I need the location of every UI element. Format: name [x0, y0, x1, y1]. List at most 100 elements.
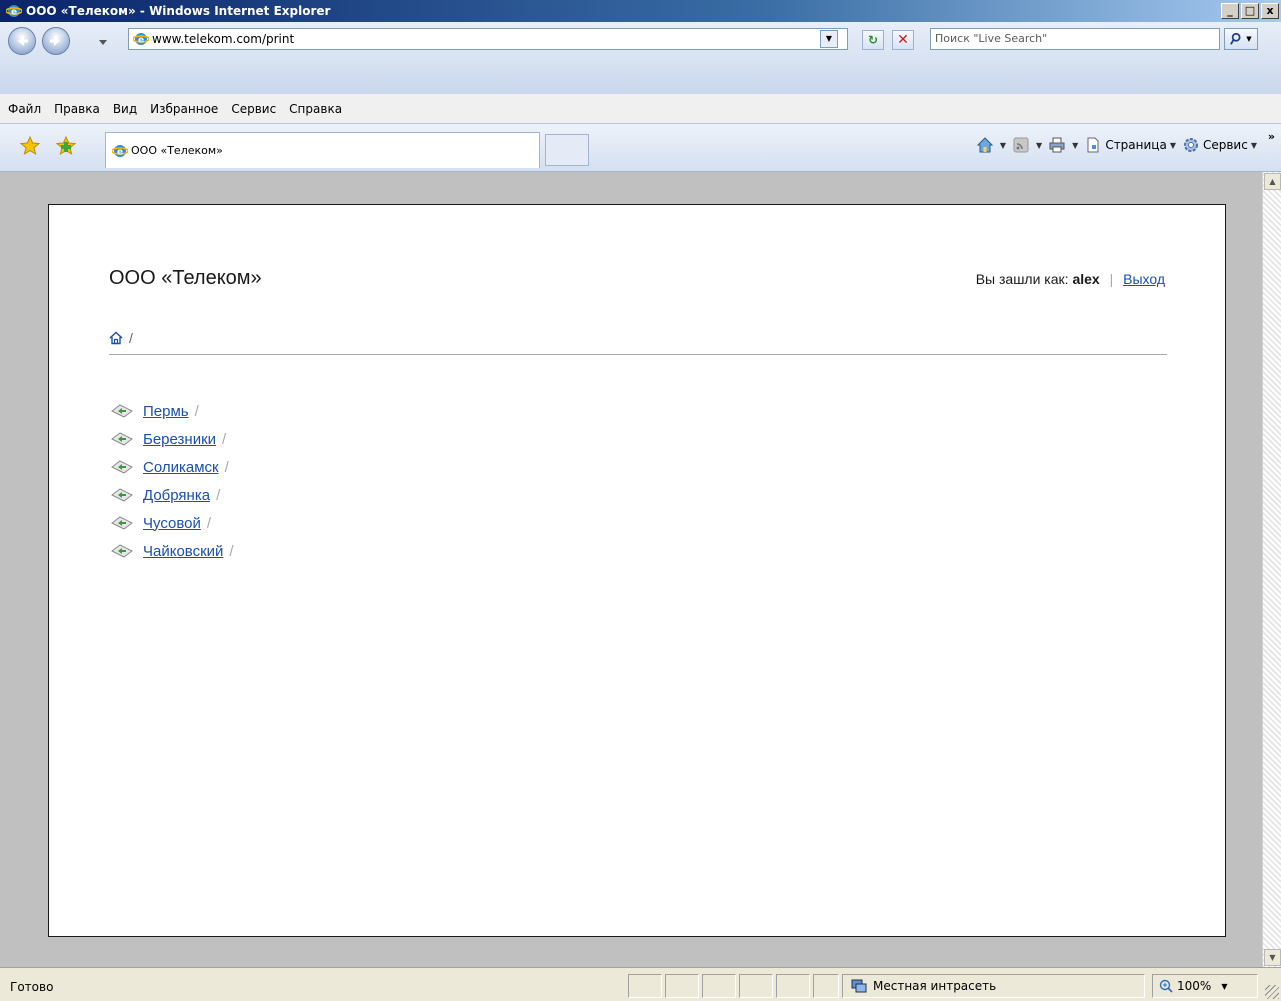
breadcrumb-separator: / [129, 330, 133, 346]
rss-feed-icon [1013, 137, 1029, 153]
tab-label: ООО «Телеком» [131, 144, 223, 157]
page-title: ООО «Телеком» [109, 267, 262, 289]
menu-file[interactable]: Файл [8, 102, 41, 116]
minimize-button[interactable]: _ [1221, 3, 1239, 19]
print-page: ООО «Телеком» Вы зашли как: alex | Выход… [48, 204, 1226, 937]
scroll-up-button[interactable]: ▲ [1264, 173, 1281, 190]
city-link-dobryanka[interactable]: Добрянка [143, 487, 210, 504]
list-item: Соликамск / [111, 453, 234, 481]
menu-view[interactable]: Вид [113, 102, 137, 116]
print-dropdown-icon[interactable]: ▼ [1072, 141, 1078, 150]
folder-arrow-icon [111, 516, 133, 530]
item-separator: / [194, 402, 199, 420]
item-separator: / [216, 486, 221, 504]
folder-arrow-icon [111, 404, 133, 418]
menu-help[interactable]: Справка [289, 102, 342, 116]
window-controls: _ □ x [1221, 3, 1279, 19]
zoom-level: 100% [1177, 979, 1212, 993]
folder-arrow-icon [111, 544, 133, 558]
forward-arrow-icon [50, 36, 60, 46]
address-url: www.telekom.com/print [152, 32, 295, 46]
item-separator: / [224, 458, 229, 476]
address-field[interactable]: e www.telekom.com/print [128, 28, 848, 50]
menu-bar: Файл Правка Вид Избранное Сервис Справка [0, 94, 1281, 124]
tab-ie-icon: e [112, 144, 128, 157]
menu-edit[interactable]: Правка [54, 102, 100, 116]
forward-button[interactable] [42, 27, 70, 55]
address-toolbar: e www.telekom.com/print ▼ ↻ ✕ Поиск "Liv… [0, 22, 1281, 94]
home-button[interactable]: ▼ [976, 136, 1006, 154]
feeds-button[interactable]: ▼ [1012, 136, 1042, 154]
svg-text:e: e [138, 36, 144, 46]
logged-in-label: Вы зашли как: [975, 271, 1069, 287]
search-button[interactable]: ▼ [1224, 28, 1258, 50]
command-bar: ▼ ▼ ▼ Страница ▼ Сервис ▼ [976, 136, 1257, 154]
security-zone[interactable]: Местная интрасеть [842, 974, 1145, 998]
recent-pages-dropdown-icon[interactable] [98, 38, 108, 46]
page-dropdown-icon: ▼ [1169, 140, 1176, 150]
city-link-solikamsk[interactable]: Соликамск [143, 459, 219, 476]
content-viewport: ООО «Телеком» Вы зашли как: alex | Выход… [0, 172, 1281, 967]
status-panel [702, 974, 736, 998]
maximize-button[interactable]: □ [1241, 3, 1259, 19]
user-bar-separator: | [1109, 271, 1114, 287]
stop-button[interactable]: ✕ [892, 30, 914, 50]
tab-telekom[interactable]: e ООО «Телеком» [105, 132, 540, 168]
zoom-icon [1159, 979, 1173, 993]
window-titlebar: e ООО «Телеком» - Windows Internet Explo… [0, 0, 1281, 22]
city-link-chusovoy[interactable]: Чусовой [143, 515, 201, 532]
item-separator: / [206, 514, 212, 532]
back-arrow-icon [18, 36, 28, 46]
page-menu-button[interactable]: Страница ▼ [1084, 136, 1176, 154]
status-panel [628, 974, 662, 998]
vertical-scrollbar[interactable]: ▲ ▼ [1262, 172, 1281, 967]
status-text: Готово [10, 980, 54, 994]
print-button[interactable]: ▼ [1048, 136, 1078, 154]
refresh-button[interactable]: ↻ [862, 30, 884, 50]
folder-arrow-icon [111, 460, 133, 474]
home-dropdown-icon[interactable]: ▼ [1000, 141, 1006, 150]
search-input[interactable]: Поиск "Live Search" [930, 28, 1220, 50]
item-separator: / [222, 430, 227, 448]
address-dropdown-button[interactable]: ▼ [820, 30, 838, 48]
zone-label: Местная интрасеть [873, 979, 997, 993]
back-button[interactable] [8, 27, 36, 55]
item-separator: / [229, 542, 234, 560]
new-tab-button[interactable] [545, 134, 589, 166]
city-link-berezniki[interactable]: Березники [143, 431, 216, 448]
list-item: Добрянка / [111, 481, 234, 509]
page-menu-label: Страница [1105, 138, 1167, 152]
home-icon[interactable] [109, 331, 123, 345]
svg-text:e: e [117, 147, 123, 157]
close-button[interactable]: x [1261, 3, 1279, 19]
tab-bar: e ООО «Телеком» ▼ ▼ ▼ Страница ▼ Сервис … [0, 124, 1281, 172]
city-link-chaykovsky[interactable]: Чайковский [143, 543, 223, 560]
menu-tools[interactable]: Сервис [231, 102, 276, 116]
resize-grip[interactable] [1265, 985, 1279, 999]
intranet-zone-icon [851, 979, 867, 993]
folder-arrow-icon [111, 432, 133, 446]
ie-logo-icon: e [6, 5, 22, 18]
list-item: Пермь / [111, 397, 234, 425]
feeds-dropdown-icon[interactable]: ▼ [1036, 141, 1042, 150]
tools-dropdown-icon: ▼ [1250, 140, 1257, 150]
username: alex [1072, 271, 1100, 287]
zoom-dropdown-icon[interactable]: ▼ [1221, 982, 1227, 991]
tools-menu-label: Сервис [1202, 138, 1248, 152]
breadcrumb: / [109, 330, 133, 346]
status-panel [739, 974, 773, 998]
logout-link[interactable]: Выход [1123, 271, 1165, 287]
list-item: Чайковский / [111, 537, 234, 565]
menu-favorites[interactable]: Избранное [150, 102, 218, 116]
scroll-down-button[interactable]: ▼ [1264, 949, 1281, 966]
tools-menu-button[interactable]: Сервис ▼ [1182, 136, 1257, 154]
status-panel [813, 974, 839, 998]
city-link-perm[interactable]: Пермь [143, 403, 189, 420]
svg-text:e: e [11, 8, 17, 18]
toolbar-overflow-chevron[interactable]: » [1268, 130, 1275, 143]
status-bar: Готово Местная интрасеть 100% ▼ [0, 967, 1281, 1001]
add-favorite-icon[interactable] [56, 136, 76, 156]
list-item: Чусовой / [111, 509, 234, 537]
favorites-star-icon[interactable] [20, 136, 40, 156]
zoom-control[interactable]: 100% ▼ [1152, 974, 1258, 998]
